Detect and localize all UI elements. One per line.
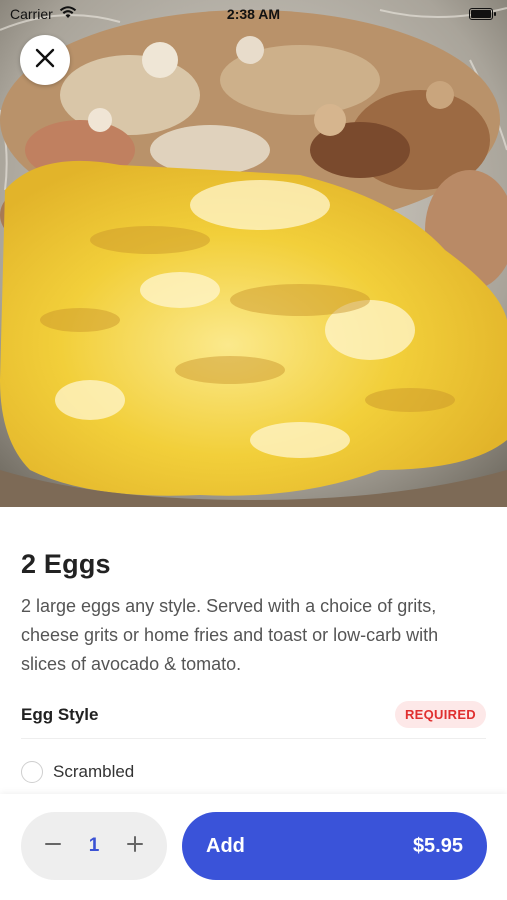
order-bar: 1 Add $5.95 — [0, 794, 507, 900]
add-label: Add — [206, 834, 245, 857]
radio-button[interactable] — [21, 761, 43, 783]
food-photo-illustration — [0, 0, 507, 507]
item-title: 2 Eggs — [21, 549, 111, 579]
quantity-stepper: 1 — [21, 812, 167, 880]
minus-icon — [44, 835, 62, 858]
required-badge: REQUIRED — [394, 701, 486, 728]
quantity-value: 1 — [88, 835, 100, 856]
price-label: $5.95 — [412, 834, 463, 857]
option-scrambled[interactable]: Scrambled — [21, 761, 486, 783]
item-details: 2 Eggs 2 large eggs any style. Served wi… — [0, 507, 507, 783]
carrier-label: Carrier — [10, 6, 53, 22]
options-section-title: Egg Style — [21, 704, 99, 724]
options-section-header: Egg Style REQUIRED — [21, 701, 486, 739]
decrement-button[interactable] — [39, 832, 67, 860]
item-description: 2 large eggs any style. Served with a ch… — [21, 596, 439, 674]
close-icon — [34, 47, 56, 74]
close-button[interactable] — [20, 35, 70, 85]
plus-icon — [126, 835, 144, 858]
increment-button[interactable] — [121, 832, 149, 860]
item-detail-screen: Carrier 2:38 AM 2 Eggs 2 large eggs any … — [0, 0, 507, 900]
status-bar: Carrier 2:38 AM — [0, 0, 507, 28]
wifi-icon — [59, 6, 77, 22]
item-photo — [0, 0, 507, 507]
option-label: Scrambled — [53, 762, 135, 781]
add-to-cart-button[interactable]: Add $5.95 — [182, 812, 487, 880]
battery-icon — [469, 8, 496, 20]
status-left: Carrier — [10, 6, 77, 22]
